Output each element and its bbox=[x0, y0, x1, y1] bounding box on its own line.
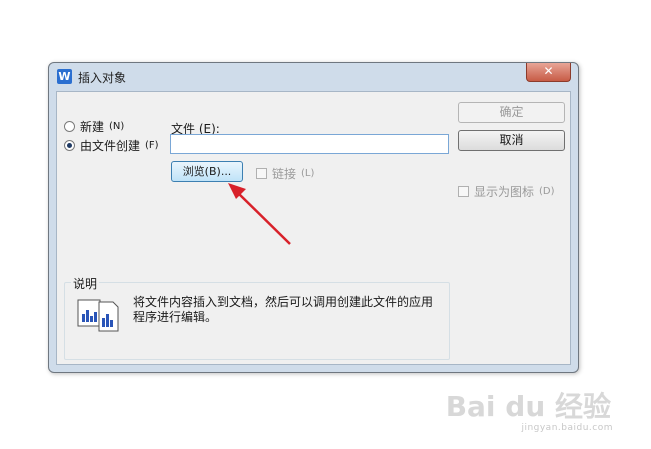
watermark-brand: Bai du 经验 bbox=[445, 390, 611, 423]
watermark-url: jingyan.baidu.com bbox=[521, 423, 613, 433]
arrow-shaft bbox=[236, 191, 291, 245]
annotation-arrow bbox=[228, 183, 291, 245]
